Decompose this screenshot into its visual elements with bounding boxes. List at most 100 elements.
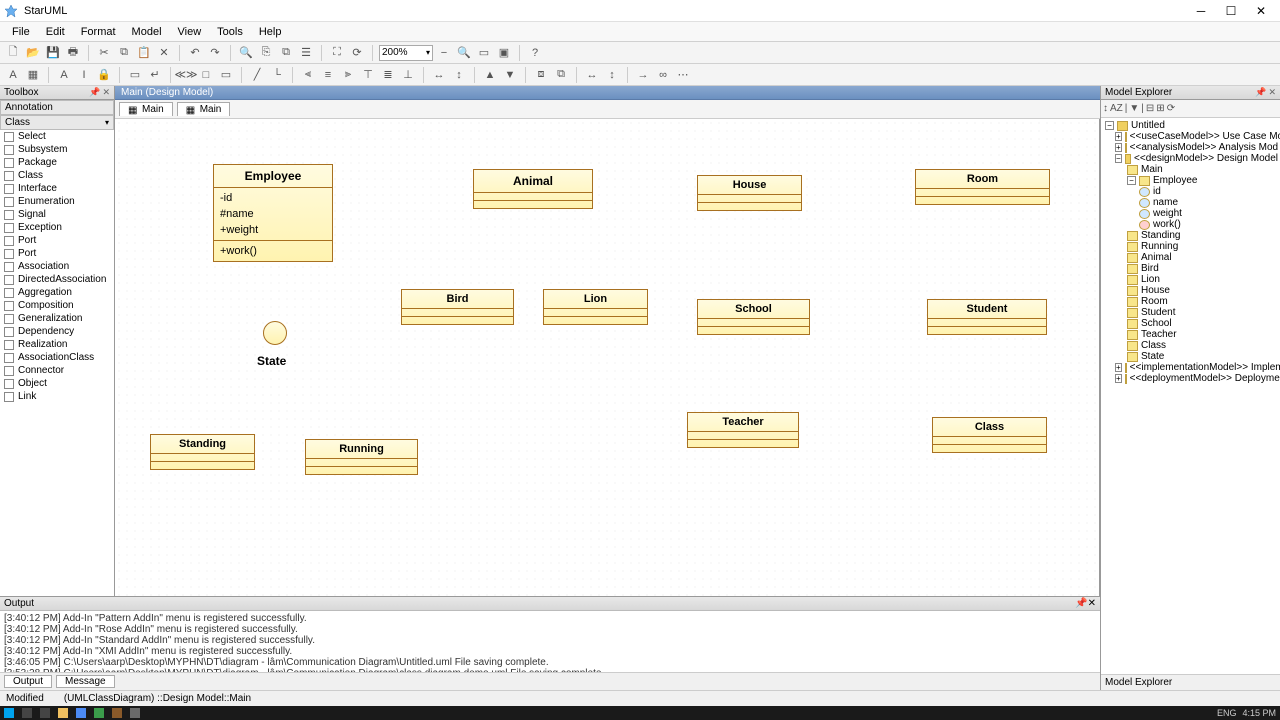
menu-view[interactable]: View: [170, 24, 210, 40]
app-taskbar-icon-3[interactable]: [130, 708, 140, 718]
toolbox-item-aggregation[interactable]: Aggregation: [0, 286, 114, 299]
tree-usecase[interactable]: +<<useCaseModel>> Use Case Model: [1113, 131, 1278, 142]
toolbox-category-class[interactable]: Class: [0, 115, 114, 130]
suppress-icon[interactable]: ▭: [217, 66, 235, 84]
toolbox-item-directedassociation[interactable]: DirectedAssociation: [0, 273, 114, 286]
open-icon[interactable]: 📂: [24, 44, 42, 62]
menu-file[interactable]: File: [4, 24, 38, 40]
toolbox-item-dependency[interactable]: Dependency: [0, 325, 114, 338]
rect-line-icon[interactable]: └: [268, 66, 286, 84]
delete-icon[interactable]: ✕: [155, 44, 173, 62]
paste-icon[interactable]: 📋: [135, 44, 153, 62]
toolbox-item-exception[interactable]: Exception: [0, 221, 114, 234]
fill-color-icon[interactable]: ▦: [24, 66, 42, 84]
expand-icon[interactable]: ⊞: [1156, 103, 1164, 114]
uml-class-animal[interactable]: Animal: [473, 169, 593, 209]
uml-class-school[interactable]: School: [697, 299, 810, 335]
connector-arrow-icon[interactable]: →: [634, 66, 652, 84]
tree-bird[interactable]: Bird: [1125, 263, 1278, 274]
maximize-button[interactable]: ☐: [1216, 1, 1246, 21]
align-right-icon[interactable]: ⫸: [339, 66, 357, 84]
uml-class-house[interactable]: House: [697, 175, 802, 211]
uml-class-room[interactable]: Room: [915, 169, 1050, 205]
menu-help[interactable]: Help: [251, 24, 290, 40]
word-wrap-icon[interactable]: ↵: [146, 66, 164, 84]
options-icon[interactable]: ☰: [297, 44, 315, 62]
tab-main-1[interactable]: ▦Main: [119, 102, 173, 116]
tree-state[interactable]: State: [1125, 351, 1278, 362]
tree-main[interactable]: Main: [1125, 164, 1278, 175]
dist-h-icon[interactable]: ↔: [430, 66, 448, 84]
toolbox-category-annotation[interactable]: Annotation: [0, 100, 114, 115]
font-color-icon[interactable]: A: [4, 66, 22, 84]
save-icon[interactable]: 💾: [44, 44, 62, 62]
minimize-button[interactable]: ─: [1186, 1, 1216, 21]
zoom-window-icon[interactable]: ▣: [495, 44, 513, 62]
toolbox-item-class[interactable]: Class: [0, 169, 114, 182]
uml-class-student[interactable]: Student: [927, 299, 1047, 335]
toolbox-item-composition[interactable]: Composition: [0, 299, 114, 312]
show-op-icon[interactable]: □: [197, 66, 215, 84]
diagram-canvas[interactable]: Employee -id #name +weight +work() Anima…: [115, 119, 1100, 676]
toolbox-item-signal[interactable]: Signal: [0, 208, 114, 221]
italic-icon[interactable]: I: [75, 66, 93, 84]
stereotype-icon[interactable]: ≪≫: [177, 66, 195, 84]
align-middle-icon[interactable]: ≣: [379, 66, 397, 84]
explorer-tree[interactable]: −Untitled +<<useCaseModel>> Use Case Mod…: [1101, 118, 1280, 674]
tree-analysis[interactable]: +<<analysisModel>> Analysis Mod: [1113, 142, 1278, 153]
toolbox-item-object[interactable]: Object: [0, 377, 114, 390]
find-icon[interactable]: 🔍: [237, 44, 255, 62]
tree-impl[interactable]: +<<implementationModel>> Implementation: [1113, 362, 1278, 373]
tab-main-2[interactable]: ▦Main: [177, 102, 231, 116]
more-icon[interactable]: ⋯: [674, 66, 692, 84]
paste-special-icon[interactable]: ⎘: [257, 44, 275, 62]
menu-format[interactable]: Format: [73, 24, 124, 40]
pin-icon[interactable]: 📌: [89, 87, 100, 98]
tree-teacher[interactable]: Teacher: [1125, 329, 1278, 340]
toolbox-item-interface[interactable]: Interface: [0, 182, 114, 195]
close-panel-icon[interactable]: ✕: [102, 87, 110, 98]
sort-alpha-icon[interactable]: AZ: [1110, 103, 1123, 114]
tree-attr-id[interactable]: id: [1137, 186, 1278, 197]
tree-employee[interactable]: −Employee: [1125, 175, 1278, 186]
group-icon[interactable]: ⧈: [532, 66, 550, 84]
uml-class-teacher[interactable]: Teacher: [687, 412, 799, 448]
clone-icon[interactable]: ⧉: [277, 44, 295, 62]
toolbox-item-enumeration[interactable]: Enumeration: [0, 195, 114, 208]
dist-v-icon[interactable]: ↕: [450, 66, 468, 84]
tree-animal[interactable]: Animal: [1125, 252, 1278, 263]
toolbox-item-link[interactable]: Link: [0, 390, 114, 403]
start-icon[interactable]: [4, 708, 14, 718]
tree-room[interactable]: Room: [1125, 296, 1278, 307]
pin-icon[interactable]: 📌: [1255, 87, 1266, 98]
lock-icon[interactable]: 🔒: [95, 66, 113, 84]
new-icon[interactable]: 🗋: [4, 44, 22, 62]
taskview-icon[interactable]: [40, 708, 50, 718]
help-icon[interactable]: ?: [526, 44, 544, 62]
chrome-icon[interactable]: [76, 708, 86, 718]
tree-deploy[interactable]: +<<deploymentModel>> Deployment Mod: [1113, 373, 1278, 384]
tree-student[interactable]: Student: [1125, 307, 1278, 318]
uml-class-bird[interactable]: Bird: [401, 289, 514, 325]
toolbox-item-subsystem[interactable]: Subsystem: [0, 143, 114, 156]
zoom-combo[interactable]: 200%: [379, 45, 433, 61]
undo-icon[interactable]: ↶: [186, 44, 204, 62]
zoom-fit-icon[interactable]: ⛶: [328, 44, 346, 62]
tree-class[interactable]: Class: [1125, 340, 1278, 351]
sort-icon[interactable]: ↕: [1103, 103, 1108, 114]
tree-attr-weight[interactable]: weight: [1137, 208, 1278, 219]
close-panel-icon[interactable]: ✕: [1088, 598, 1096, 609]
refresh-icon[interactable]: ⟳: [348, 44, 366, 62]
copy-icon[interactable]: ⧉: [115, 44, 133, 62]
layout-icon[interactable]: ▭: [126, 66, 144, 84]
pin-icon[interactable]: 📌: [1075, 598, 1087, 609]
uml-class-employee[interactable]: Employee -id #name +weight +work(): [213, 164, 333, 262]
toolbox-item-connector[interactable]: Connector: [0, 364, 114, 377]
toolbox-item-package[interactable]: Package: [0, 156, 114, 169]
align-center-icon[interactable]: ≡: [319, 66, 337, 84]
menu-model[interactable]: Model: [124, 24, 170, 40]
tree-school[interactable]: School: [1125, 318, 1278, 329]
tree-lion[interactable]: Lion: [1125, 274, 1278, 285]
collapse-icon[interactable]: ⊟: [1146, 103, 1154, 114]
uml-class-lion[interactable]: Lion: [543, 289, 648, 325]
